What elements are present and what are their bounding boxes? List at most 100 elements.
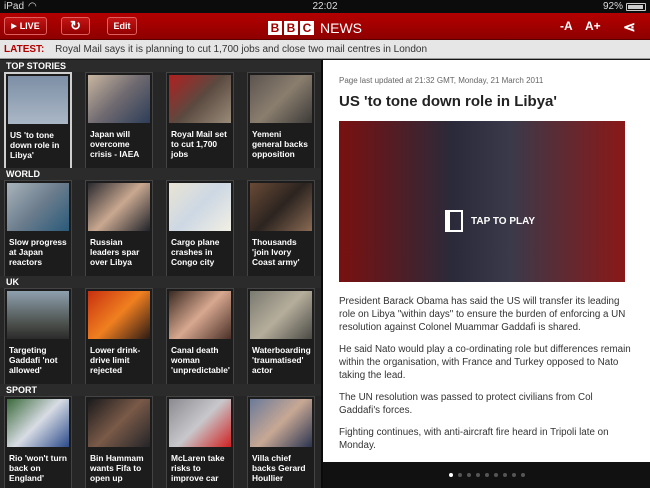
story-thumbnail	[88, 183, 150, 231]
section-title: SPORT	[0, 384, 322, 396]
story-thumbnail	[169, 399, 231, 447]
story-caption: Rio 'won't turn back on England'	[9, 453, 67, 483]
story-caption: Yemeni general backs opposition	[252, 129, 308, 159]
logo-news-text: NEWS	[320, 20, 362, 36]
story-tile[interactable]: Thousands 'join Ivory Coast army'	[247, 180, 315, 280]
page-indicator[interactable]	[323, 462, 650, 488]
story-tile[interactable]: Lower drink-drive limit rejected	[85, 288, 153, 388]
page-dot[interactable]	[475, 473, 480, 477]
section-title: UK	[0, 276, 322, 288]
story-tile[interactable]: McLaren take risks to improve car	[166, 396, 234, 488]
story-thumbnail	[7, 291, 69, 339]
story-thumbnail	[88, 291, 150, 339]
story-thumbnail	[250, 399, 312, 447]
story-tile[interactable]: Targeting Gaddafi 'not allowed'	[4, 288, 72, 388]
story-caption: Japan will overcome crisis - IAEA	[90, 129, 140, 159]
logo-letter: B	[268, 21, 282, 35]
story-tile[interactable]: Canal death woman 'unpredictable'	[166, 288, 234, 388]
article-paragraph: The UN resolution was passed to protect …	[339, 392, 593, 416]
story-tile[interactable]: Waterboarding 'traumatised' actor	[247, 288, 315, 388]
story-thumbnail	[7, 183, 69, 231]
battery-icon	[626, 2, 646, 11]
story-tile[interactable]: Rio 'won't turn back on England'	[4, 396, 72, 488]
logo-letter: B	[284, 21, 298, 35]
latest-ticker[interactable]: LATEST: Royal Mail says it is planning t…	[0, 40, 650, 59]
share-icon[interactable]: ⋖	[623, 18, 636, 36]
app-frame: iPad ◠ 22:02 92% ▶ LIVE ↻ Edit B B C NEW…	[0, 0, 650, 488]
story-caption: US 'to tone down role in Libya'	[10, 130, 60, 160]
play-icon: ▶	[11, 23, 17, 30]
edit-button[interactable]: Edit	[107, 17, 137, 35]
section-uk: UK Targeting Gaddafi 'not allowed' Lower…	[0, 276, 322, 388]
article-paragraph: Fighting continues, with anti-aircraft f…	[339, 427, 609, 451]
section-title: TOP STORIES	[0, 60, 322, 72]
page-dot[interactable]	[511, 473, 516, 477]
story-caption: Thousands 'join Ivory Coast army'	[252, 237, 300, 267]
story-thumbnail	[250, 291, 312, 339]
story-tile[interactable]: Royal Mail set to cut 1,700 jobs	[166, 72, 234, 172]
page-dot[interactable]	[502, 473, 507, 477]
story-caption: Lower drink-drive limit rejected	[90, 345, 141, 375]
story-thumbnail	[8, 76, 68, 124]
ticker-text: Royal Mail says it is planning to cut 1,…	[55, 44, 428, 55]
article-panel[interactable]: Page last updated at 21:32 GMT, Monday, …	[323, 60, 650, 462]
story-caption: Canal death woman 'unpredictable'	[171, 345, 230, 375]
story-tile[interactable]: Japan will overcome crisis - IAEA	[85, 72, 153, 172]
story-tile[interactable]: Slow progress at Japan reactors	[4, 180, 72, 280]
story-thumbnail	[250, 75, 312, 123]
status-bar: iPad ◠ 22:02 92%	[0, 0, 650, 13]
video-player[interactable]: TAP TO PLAY	[339, 121, 625, 282]
story-caption: Villa chief backs Gerard Houllier	[252, 453, 306, 483]
page-dot[interactable]	[520, 473, 525, 477]
last-updated: Page last updated at 21:32 GMT, Monday, …	[339, 76, 544, 85]
page-dot[interactable]	[466, 473, 471, 477]
story-caption: Waterboarding 'traumatised' actor	[252, 345, 311, 375]
story-thumbnail	[88, 399, 150, 447]
story-tile[interactable]: US 'to tone down role in Libya'	[4, 72, 72, 172]
story-caption: Cargo plane crashes in Congo city	[171, 237, 220, 267]
clock: 22:02	[312, 1, 338, 12]
story-thumbnail	[169, 183, 231, 231]
tap-to-play-label: TAP TO PLAY	[471, 215, 536, 227]
story-thumbnail	[169, 291, 231, 339]
story-tile[interactable]: Russian leaders spar over Libya	[85, 180, 153, 280]
logo-letter: C	[300, 21, 314, 35]
toolbar: ▶ LIVE ↻ Edit B B C NEWS -A A+ ⋖	[0, 13, 650, 40]
section-sport: SPORT Rio 'won't turn back on England' B…	[0, 384, 322, 488]
article-headline: US 'to tone down role in Libya'	[339, 93, 557, 110]
refresh-button[interactable]: ↻	[61, 17, 90, 35]
story-caption: Bin Hammam wants Fifa to open up	[90, 453, 144, 483]
bbc-news-logo: B B C NEWS	[268, 20, 362, 36]
story-tile[interactable]: Cargo plane crashes in Congo city	[166, 180, 234, 280]
battery-percent: 92%	[602, 1, 623, 12]
article-paragraph: He said Nato would play a co-ordinating …	[339, 344, 631, 381]
section-world: WORLD Slow progress at Japan reactors Ru…	[0, 168, 322, 280]
section-top-stories: TOP STORIES US 'to tone down role in Lib…	[0, 60, 322, 172]
story-caption: Russian leaders spar over Libya	[90, 237, 140, 267]
page-dot[interactable]	[493, 473, 498, 477]
page-dot[interactable]	[484, 473, 489, 477]
refresh-icon: ↻	[70, 18, 81, 33]
font-larger-button[interactable]: A+	[585, 19, 601, 33]
story-tile[interactable]: Villa chief backs Gerard Houllier	[247, 396, 315, 488]
page-dot[interactable]	[448, 473, 453, 477]
ticker-label: LATEST:	[4, 44, 45, 55]
article-paragraph: President Barack Obama has said the US w…	[339, 296, 626, 333]
story-tile[interactable]: Yemeni general backs opposition	[247, 72, 315, 172]
story-thumbnail	[169, 75, 231, 123]
story-tile[interactable]: Bin Hammam wants Fifa to open up	[85, 396, 153, 488]
story-caption: Targeting Gaddafi 'not allowed'	[9, 345, 58, 375]
font-smaller-button[interactable]: -A	[560, 19, 573, 33]
story-grid: TOP STORIES US 'to tone down role in Lib…	[0, 60, 322, 488]
story-thumbnail	[7, 399, 69, 447]
live-button-label: LIVE	[19, 21, 40, 31]
tap-to-play-overlay[interactable]: TAP TO PLAY	[445, 210, 535, 232]
story-thumbnail	[88, 75, 150, 123]
live-button[interactable]: ▶ LIVE	[4, 17, 47, 35]
page-dot[interactable]	[457, 473, 462, 477]
play-icon	[445, 210, 463, 232]
story-caption: Slow progress at Japan reactors	[9, 237, 67, 267]
section-title: WORLD	[0, 168, 322, 180]
story-caption: Royal Mail set to cut 1,700 jobs	[171, 129, 227, 159]
story-thumbnail	[250, 183, 312, 231]
